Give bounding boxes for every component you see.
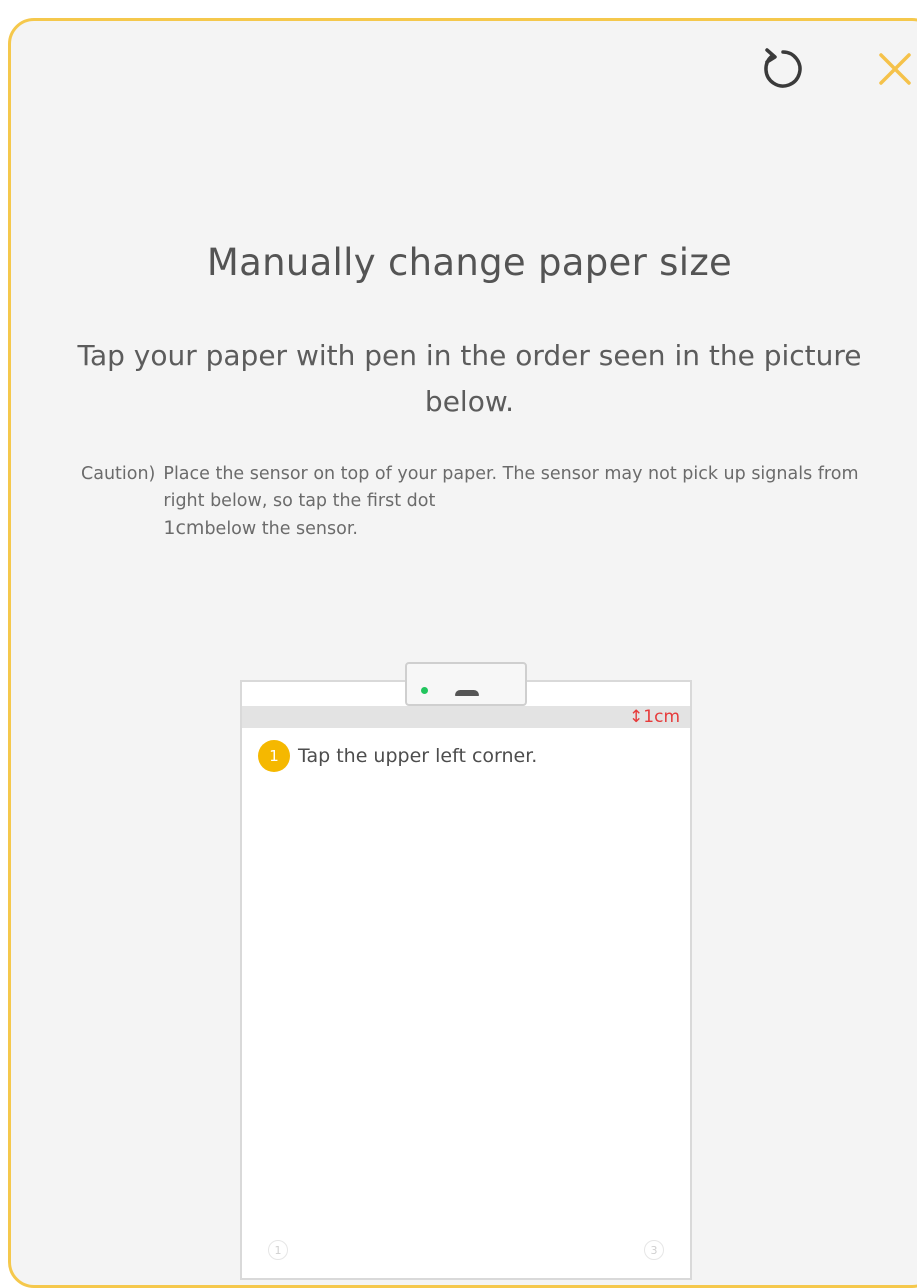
close-button[interactable] — [863, 37, 917, 101]
step-number-badge: 1 — [258, 740, 290, 772]
corner-marker-left: 1 — [268, 1240, 288, 1260]
dialog-title: Manually change paper size — [206, 241, 733, 284]
dialog-subtitle: Tap your paper with pen in the order see… — [77, 339, 862, 418]
sensor-lens — [455, 690, 479, 696]
caution-unit: 1cm — [163, 517, 205, 539]
sensor-led — [421, 687, 428, 694]
refresh-button[interactable] — [751, 37, 815, 101]
caution-text-1: Place the sensor on top of your paper. T… — [163, 464, 859, 511]
caution-text: Place the sensor on top of your paper. T… — [163, 461, 861, 543]
close-icon — [879, 53, 911, 85]
step-instruction: 1 Tap the upper left corner. — [258, 740, 537, 772]
corner-marker-right: 3 — [644, 1240, 664, 1260]
step-text: Tap the upper left corner. — [298, 745, 538, 767]
paper-illustration: ↕1cm 1 Tap the upper left corner. 1 3 — [240, 680, 692, 1280]
caution-text-2: below the sensor. — [204, 519, 358, 539]
sensor-device-icon — [405, 662, 527, 706]
caution-label: Caution) — [81, 464, 156, 484]
refresh-icon — [764, 48, 802, 88]
sensor-zone — [242, 706, 690, 728]
measure-label: ↕1cm — [629, 707, 680, 727]
caution-note: Caution) Place the sensor on top of your… — [81, 461, 861, 543]
